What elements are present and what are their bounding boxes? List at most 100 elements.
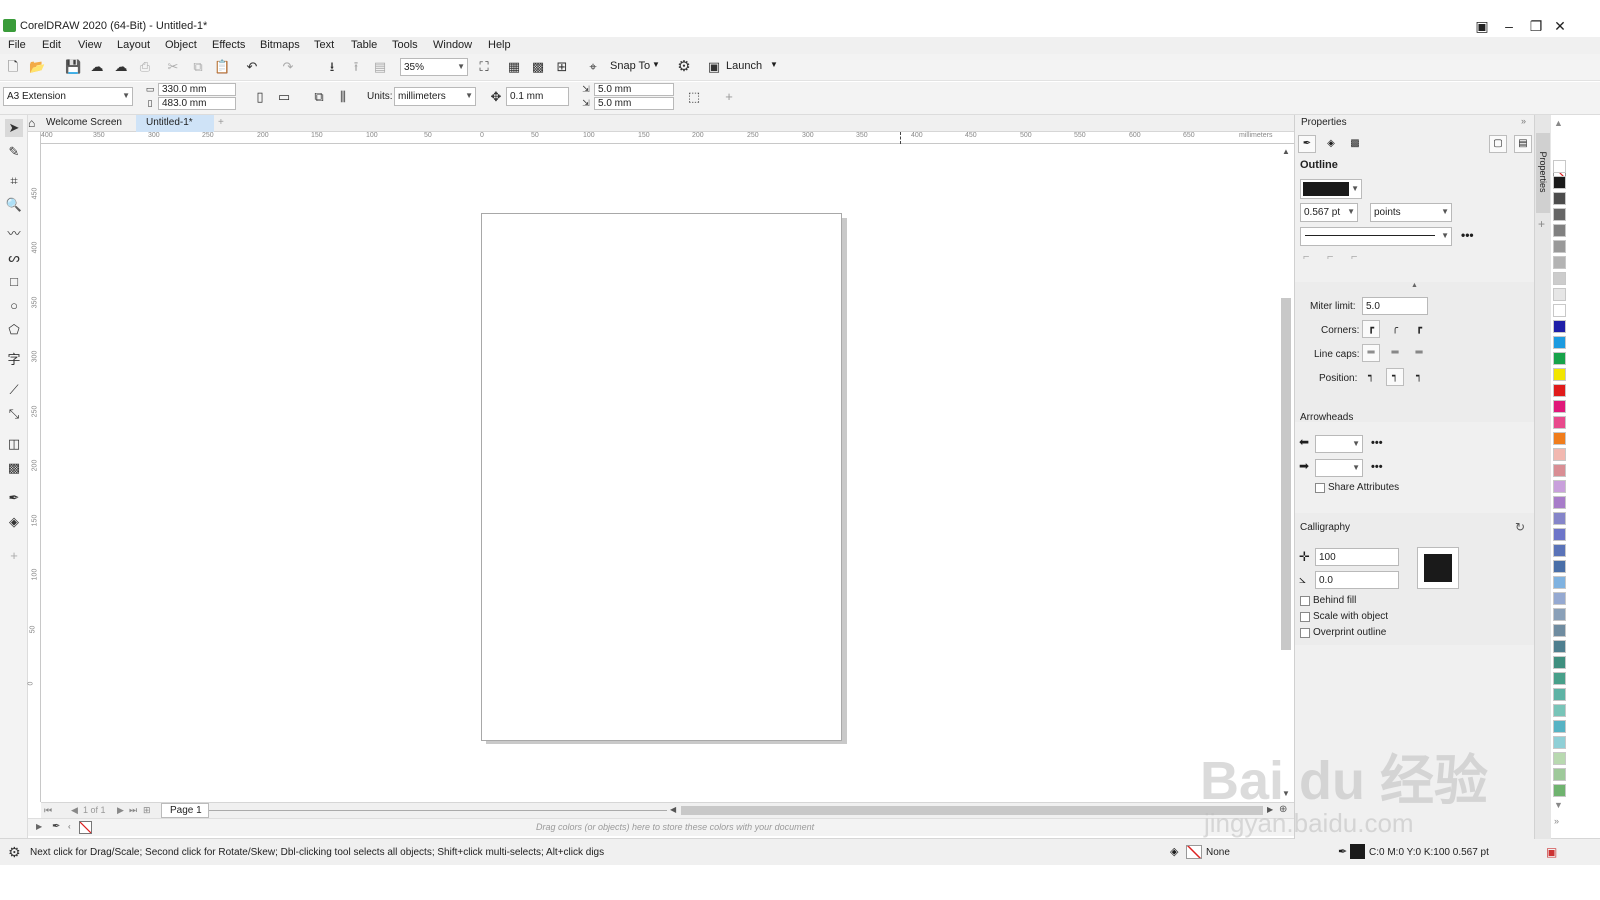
page-width-input[interactable]: 330.0 mm [158, 83, 236, 96]
store-icon[interactable]: ▣ [1470, 17, 1494, 37]
scroll-left-icon[interactable]: ◀ [670, 805, 676, 814]
pick-tool-icon[interactable]: ➤ [5, 119, 23, 137]
zoom-tool-icon[interactable]: 🔍 [5, 196, 23, 214]
behind-fill-checkbox[interactable] [1300, 596, 1310, 606]
units-select[interactable]: millimeters ▼ [394, 87, 476, 106]
palette-swatch[interactable] [1553, 672, 1566, 685]
zoom-level-select[interactable]: 35% ▼ [400, 58, 468, 76]
palette-swatch[interactable] [1553, 768, 1566, 781]
palette-swatch[interactable] [1553, 256, 1566, 269]
menu-bitmaps[interactable]: Bitmaps [260, 39, 300, 51]
palette-swatch[interactable] [1553, 480, 1566, 493]
cloud-download-icon[interactable]: ☁ [113, 59, 129, 75]
menu-object[interactable]: Object [165, 39, 197, 51]
interactive-fill-icon[interactable]: ◈ [5, 513, 23, 531]
scroll-up-icon[interactable]: ▲ [1282, 147, 1290, 156]
transparency-tab-icon[interactable]: ▩ [1346, 135, 1364, 153]
last-page-icon[interactable]: ⏭ [129, 805, 137, 816]
minimize-button[interactable]: – [1497, 17, 1521, 37]
show-grid-icon[interactable]: ▩ [530, 59, 546, 75]
menu-table[interactable]: Table [351, 39, 377, 51]
tab-untitled-1[interactable]: Untitled-1* [136, 115, 214, 132]
rectangle-tool-icon[interactable]: □ [5, 273, 23, 291]
page-tab[interactable]: Page 1 [161, 803, 209, 818]
zoom-navigator-icon[interactable]: ⊕ [1279, 804, 1287, 815]
outline-color-swatch[interactable] [1350, 844, 1365, 859]
palette-swatch[interactable] [1553, 464, 1566, 477]
next-page-icon[interactable]: ▶ [117, 805, 124, 816]
palette-scroll-up-icon[interactable]: ▲ [1554, 118, 1563, 128]
launch-chevron-icon[interactable]: ▼ [770, 60, 778, 69]
palette-swatch[interactable] [1553, 368, 1566, 381]
palette-swatch[interactable] [1553, 512, 1566, 525]
cap-square-icon[interactable]: ═ [1362, 344, 1380, 362]
status-gear-icon[interactable]: ⚙ [8, 844, 21, 861]
save-icon[interactable]: 💾 [65, 59, 81, 75]
current-page-icon[interactable]: ⫼ [335, 89, 351, 105]
duplicate-x-input[interactable]: 5.0 mm [594, 83, 674, 96]
add-plus-icon[interactable]: + [721, 89, 737, 105]
start-arrowhead-select[interactable]: ▼ [1315, 435, 1363, 453]
palette-scroll-down-icon[interactable]: ▼ [1554, 800, 1563, 810]
palette-swatch[interactable] [1553, 400, 1566, 413]
palette-swatch[interactable] [1553, 560, 1566, 573]
launch-icon[interactable]: ▣ [706, 59, 722, 75]
cap-extended-icon[interactable]: ═ [1410, 344, 1428, 362]
palette-swatch[interactable] [1553, 752, 1566, 765]
first-page-icon[interactable]: ⏮ [44, 805, 52, 816]
corner-round-icon[interactable]: ╭ [1386, 320, 1404, 338]
nudge-input[interactable]: 0.1 mm [506, 87, 569, 106]
palette-swatch[interactable] [1553, 304, 1566, 317]
position-inside-icon[interactable]: ┑ [1410, 368, 1428, 386]
corner-bevel-icon[interactable]: ┏ [1410, 320, 1428, 338]
add-page-icon[interactable]: ⊞ [143, 805, 151, 816]
join-style-a-icon[interactable]: ⌐ [1303, 251, 1309, 263]
print-icon[interactable]: ⎙ [137, 59, 153, 75]
palette-back-icon[interactable]: ‹ [68, 822, 71, 831]
position-outside-icon[interactable]: ┑ [1362, 368, 1380, 386]
share-attributes-checkbox[interactable] [1315, 483, 1325, 493]
page-height-input[interactable]: 483.0 mm [158, 97, 236, 110]
color-proof-icon[interactable]: ▣ [1546, 845, 1557, 859]
portrait-icon[interactable]: ▯ [252, 89, 268, 105]
miter-limit-input[interactable]: 5.0 [1362, 297, 1428, 315]
artistic-media-icon[interactable]: ᔕ [5, 249, 23, 267]
copy-icon[interactable]: ⧉ [190, 59, 206, 75]
text-tool-icon[interactable]: 字 [5, 351, 23, 369]
add-tool-plus-icon[interactable]: + [5, 547, 23, 565]
palette-swatch[interactable] [1553, 208, 1566, 221]
menu-file[interactable]: File [8, 39, 26, 51]
document-palette[interactable]: ▶ ✒ ‹ Drag colors (or objects) here to s… [28, 818, 1294, 836]
palette-swatch[interactable] [1553, 384, 1566, 397]
angle-input[interactable]: 0.0 [1315, 571, 1399, 589]
docker-collapse-icon[interactable]: » [1521, 116, 1526, 126]
palette-swatch[interactable] [1553, 720, 1566, 733]
position-center-icon[interactable]: ┑ [1386, 368, 1404, 386]
vertical-ruler[interactable]: 450 400 350 300 250 200 150 100 50 0 [27, 132, 41, 802]
palette-swatch[interactable] [1553, 576, 1566, 589]
outline-width-unit-select[interactable]: points ▼ [1370, 203, 1452, 222]
snap-to-icon[interactable]: ⌖ [585, 59, 601, 75]
cut-icon[interactable]: ✂ [165, 59, 181, 75]
palette-swatch[interactable] [1553, 640, 1566, 653]
join-style-b-icon[interactable]: ⌐ [1327, 251, 1333, 263]
overprint-outline-checkbox[interactable] [1300, 628, 1310, 638]
menu-effects[interactable]: Effects [212, 39, 245, 51]
palette-swatch[interactable] [1553, 496, 1566, 509]
end-arrowhead-select[interactable]: ▼ [1315, 459, 1363, 477]
freehand-tool-icon[interactable]: 〰 [5, 225, 23, 243]
close-button[interactable]: ✕ [1548, 17, 1572, 37]
start-arrow-more-icon[interactable]: ••• [1371, 437, 1383, 449]
menu-tools[interactable]: Tools [392, 39, 418, 51]
cap-round-icon[interactable]: ═ [1386, 344, 1404, 362]
no-color-swatch[interactable] [79, 821, 92, 834]
polygon-tool-icon[interactable]: ⬠ [5, 321, 23, 339]
scroll-down-icon[interactable]: ▼ [1282, 789, 1290, 798]
export-icon[interactable]: ⭱ [348, 59, 364, 75]
palette-swatch[interactable] [1553, 192, 1566, 205]
palette-expand-icon[interactable]: » [1554, 816, 1559, 826]
palette-swatch[interactable] [1553, 320, 1566, 333]
new-document-icon[interactable]: 🗋 [5, 59, 21, 75]
fill-none-swatch[interactable] [1186, 845, 1202, 859]
line-style-more-icon[interactable]: ••• [1461, 228, 1474, 242]
